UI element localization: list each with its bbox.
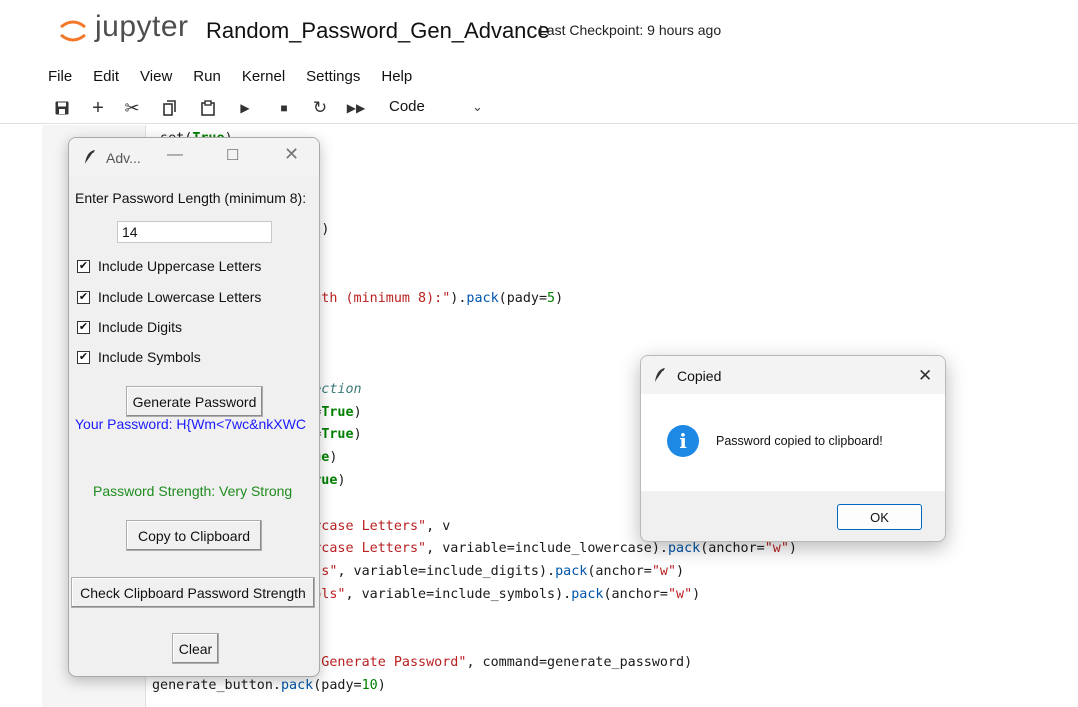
dialog-title: Copied (677, 368, 722, 384)
code-token: pack (555, 564, 588, 580)
code-token: ) (676, 564, 685, 580)
menubar: File Edit View Run Kernel Settings Help (0, 60, 1078, 92)
code-token: ) (337, 472, 346, 488)
tk-window-title: Adv... (106, 150, 141, 166)
code-token: ) (788, 541, 797, 557)
checkbox-checked-icon[interactable]: ✔ (77, 320, 90, 334)
cut-icon[interactable]: ✂ (122, 96, 142, 120)
run-icon[interactable]: ▶ (235, 96, 255, 120)
checkbox-label: Include Symbols (98, 349, 201, 365)
check-clipboard-strength-button[interactable]: Check Clipboard Password Strength (71, 577, 315, 608)
checkbox-symbols[interactable]: ✔ Include Symbols (77, 349, 201, 365)
code-token: (pady= (313, 678, 362, 694)
code-token: True (321, 404, 354, 420)
generate-password-button[interactable]: Generate Password (126, 386, 263, 417)
code-token: "w" (667, 586, 693, 602)
code-token: , variable=include_lowercase). (426, 541, 668, 557)
code-token: ) (329, 450, 338, 466)
code-token: pack (571, 586, 604, 602)
jupyter-header: jupyter Random_Password_Gen_Advance Last… (0, 0, 1078, 60)
feather-icon (655, 368, 665, 382)
password-length-label: Enter Password Length (minimum 8): (75, 190, 307, 206)
paste-icon[interactable] (198, 96, 218, 120)
add-icon[interactable]: + (88, 96, 108, 120)
code-token: , variable=include_symbols). (345, 586, 572, 602)
checkpoint-status: Last Checkpoint: 9 hours ago (539, 22, 722, 38)
code-token: "w" (651, 564, 677, 580)
code-token: (anchor= (587, 564, 652, 580)
code-token: , variable=include_digits). (337, 564, 556, 580)
code-line: generate_button.pack(pady=10) (152, 675, 821, 698)
copied-dialog: Copied ✕ i Password copied to clipboard!… (640, 355, 946, 542)
stop-icon[interactable]: ■ (274, 96, 294, 120)
menu-kernel[interactable]: Kernel (242, 68, 285, 85)
checkbox-checked-icon[interactable]: ✔ (77, 259, 90, 273)
code-token: True (321, 427, 354, 443)
info-icon: i (667, 425, 699, 457)
code-token: (anchor= (700, 541, 765, 557)
cell-type-select[interactable]: Code (389, 98, 425, 115)
tk-titlebar[interactable]: Adv... — ☐ ✕ (69, 138, 319, 176)
minimize-icon[interactable]: — (167, 146, 183, 164)
ok-button[interactable]: OK (837, 504, 922, 530)
code-token: ) (377, 678, 386, 694)
menu-settings[interactable]: Settings (306, 68, 360, 85)
checkbox-checked-icon[interactable]: ✔ (77, 350, 90, 364)
chevron-down-icon[interactable]: ⌄ (472, 99, 483, 115)
code-token: ). (450, 290, 467, 306)
dialog-titlebar[interactable]: Copied ✕ (641, 356, 945, 394)
close-icon[interactable]: ✕ (918, 366, 932, 386)
code-token: "Generate Password" (313, 655, 467, 671)
checkbox-label: Include Uppercase Letters (98, 258, 262, 274)
code-token: , (426, 518, 443, 534)
code-token: (anchor= (603, 586, 668, 602)
notebook-toolbar: + ✂ ▶ ■ ↻ ▶▶ (0, 92, 1078, 124)
checkbox-lowercase[interactable]: ✔ Include Lowercase Letters (77, 289, 261, 305)
code-token: pack (281, 678, 314, 694)
code-token: (pady= (498, 290, 548, 306)
menu-run[interactable]: Run (193, 68, 221, 85)
close-icon[interactable]: ✕ (284, 144, 299, 165)
password-length-input[interactable] (117, 221, 272, 243)
menu-edit[interactable]: Edit (93, 68, 119, 85)
code-token: 10 (361, 678, 378, 694)
copy-icon[interactable] (160, 96, 180, 120)
menu-help[interactable]: Help (381, 68, 412, 85)
code-token: , command=generate_password) (466, 655, 693, 671)
restart-icon[interactable]: ↻ (310, 96, 330, 120)
code-token: ) (692, 586, 701, 602)
checkbox-label: Include Digits (98, 319, 183, 335)
copy-to-clipboard-button[interactable]: Copy to Clipboard (126, 520, 262, 551)
save-icon[interactable] (52, 96, 72, 120)
code-token: ) (321, 222, 330, 238)
tk-window: Adv... — ☐ ✕ Enter Password Length (mini… (68, 137, 320, 677)
fast-forward-icon[interactable]: ▶▶ (345, 96, 367, 120)
code-token: "w" (764, 541, 789, 557)
generated-password-text: Your Password: H{Wm<7wc&nkXWC (75, 416, 306, 432)
code-token: 5 (547, 290, 556, 306)
dialog-message: Password copied to clipboard! (716, 434, 883, 448)
notebook-title[interactable]: Random_Password_Gen_Advance (206, 18, 550, 44)
clear-button[interactable]: Clear (172, 633, 219, 664)
code-token: pack (667, 541, 701, 557)
checkbox-checked-icon[interactable]: ✔ (77, 290, 90, 304)
password-strength-text: Password Strength: Very Strong (93, 483, 293, 499)
code-token: ) (353, 404, 362, 420)
code-token: ) (353, 427, 362, 443)
maximize-icon[interactable]: ☐ (226, 146, 239, 164)
checkbox-label: Include Lowercase Letters (98, 289, 262, 305)
checkbox-digits[interactable]: ✔ Include Digits (77, 319, 182, 335)
code-token: ) (555, 290, 564, 306)
menu-file[interactable]: File (48, 68, 72, 85)
feather-icon (85, 150, 95, 164)
code-token: pack (466, 290, 499, 306)
jupyter-logo-icon[interactable] (58, 16, 88, 46)
code-token: generate_button. (152, 678, 281, 694)
logo-text: jupyter (95, 10, 189, 43)
checkbox-uppercase[interactable]: ✔ Include Uppercase Letters (77, 258, 261, 274)
menu-view[interactable]: View (140, 68, 172, 85)
